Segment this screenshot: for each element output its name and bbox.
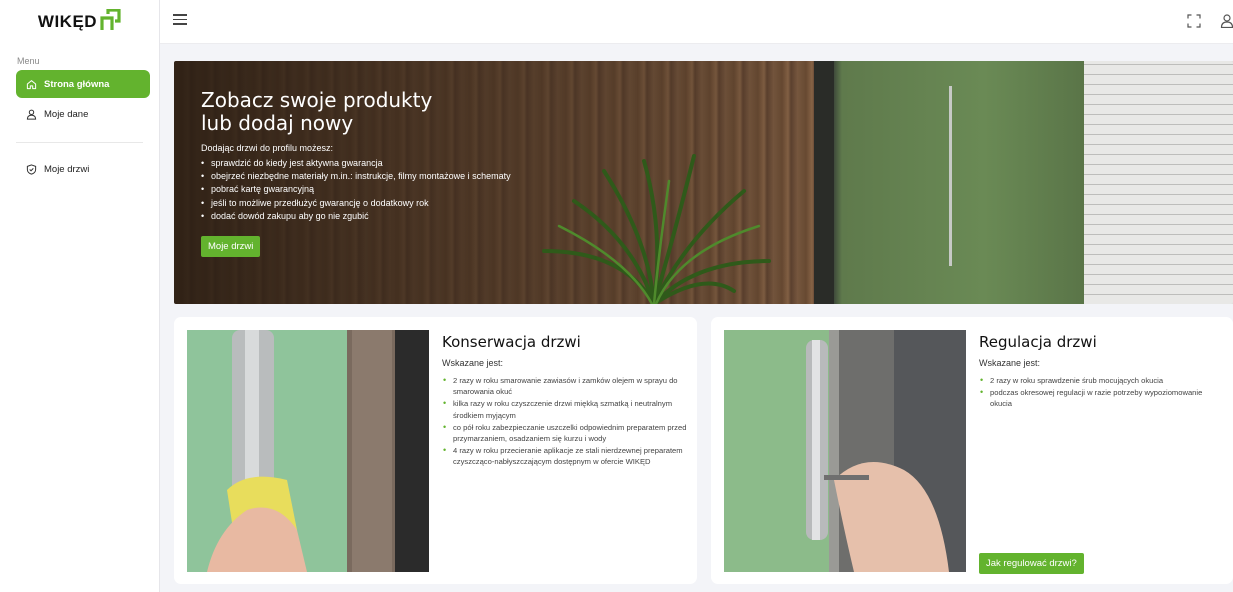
maintenance-card: Konserwacja drzwi Wskazane jest: 2 razy … [174,317,697,584]
adjustment-image [724,330,966,572]
sidebar-item-label: Strona główna [44,78,110,90]
sidebar-item-my-data[interactable]: Moje dane [16,100,150,128]
card-title: Regulacja drzwi [979,333,1097,351]
sidebar-item-my-doors[interactable]: Moje drzwi [16,155,150,183]
card-bullet-list: 2 razy w roku smarowanie zawiasów i zamk… [442,375,687,468]
logo-mark-icon [100,9,121,30]
hero-bullet-list: sprawdzić do kiedy jest aktywna gwarancj… [201,157,511,223]
sidebar-divider [16,142,143,143]
logo[interactable]: WIKĘD [0,0,159,44]
list-item: kilka razy w roku czyszczenie drzwi mięk… [442,398,687,420]
how-to-adjust-button[interactable]: Jak regulować drzwi? [979,553,1084,574]
menu-label: Menu [17,56,40,66]
hamburger-icon[interactable] [173,14,187,28]
sidebar-item-label: Moje dane [44,108,89,120]
logo-text: WIKĘD [37,12,98,31]
list-item: pobrać kartę gwarancyjną [201,183,511,196]
maintenance-card-body: Konserwacja drzwi Wskazane jest: 2 razy … [442,333,687,469]
user-icon [26,109,37,120]
card-subtitle: Wskazane jest: [979,358,1041,368]
sidebar: WIKĘD Menu Strona główna Moje dane Moje … [0,0,160,592]
card-subtitle: Wskazane jest: [442,358,504,368]
hero-content: Zobacz swoje produkty lub dodaj nowy Dod… [201,88,511,258]
user-account-icon[interactable] [1220,14,1233,28]
hero-door-handle [949,86,952,266]
hero-title: Zobacz swoje produkty lub dodaj nowy [201,88,433,135]
topbar [160,0,1233,44]
home-icon [26,79,37,89]
list-item: 2 razy w roku sprawdzenie śrub mocującyc… [979,375,1224,386]
list-item: podczas okresowej regulacji w razie potr… [979,387,1224,409]
list-item: co pół roku zabezpieczanie uszczelki odp… [442,422,687,444]
adjustment-card: Regulacja drzwi Wskazane jest: 2 razy w … [711,317,1233,584]
my-doors-button[interactable]: Moje drzwi [201,236,261,258]
list-item: obejrzeć niezbędne materiały m.in.: inst… [201,170,511,183]
fullscreen-icon[interactable] [1187,14,1201,28]
list-item: sprawdzić do kiedy jest aktywna gwarancj… [201,157,511,170]
list-item: 4 razy w roku przecieranie aplikacje ze … [442,445,687,467]
hero-door-image [834,61,1084,304]
shield-check-icon [26,163,37,175]
list-item: dodać dowód zakupu aby go nie zgubić [201,210,511,223]
hero-banner: Zobacz swoje produkty lub dodaj nowy Dod… [174,61,1233,304]
hero-intro: Dodając drzwi do profilu możesz: [201,143,334,153]
sidebar-item-label: Moje drzwi [44,163,90,175]
card-title: Konserwacja drzwi [442,333,581,351]
adjustment-card-body: Regulacja drzwi Wskazane jest: 2 razy w … [979,333,1224,411]
hero-brick-wall [1084,61,1233,304]
maintenance-image [187,330,429,572]
hero-plant-image [542,154,771,304]
list-item: jeśli to możliwe przedłużyć gwarancję o … [201,197,511,210]
sidebar-item-home[interactable]: Strona główna [16,70,150,98]
card-bullet-list: 2 razy w roku sprawdzenie śrub mocującyc… [979,375,1224,410]
list-item: 2 razy w roku smarowanie zawiasów i zamk… [442,375,687,397]
